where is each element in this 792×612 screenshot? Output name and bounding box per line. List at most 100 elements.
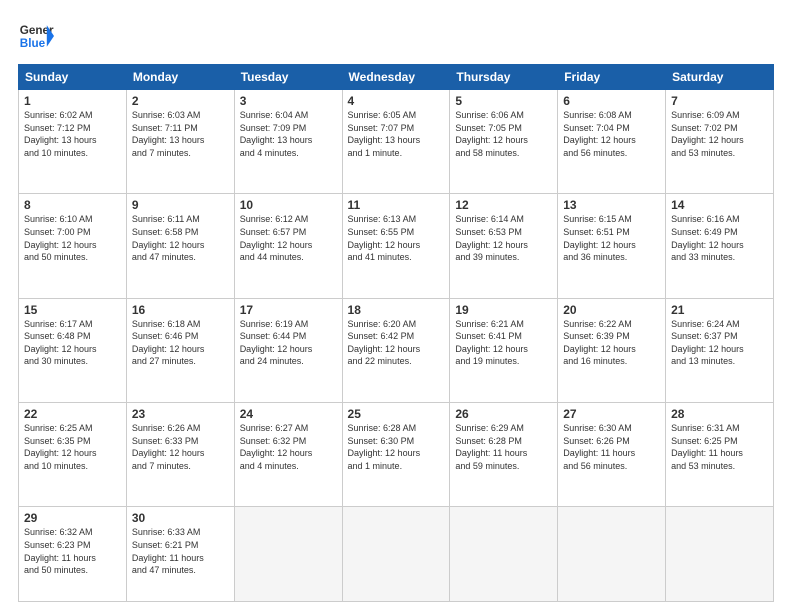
week-row-1: 1Sunrise: 6:02 AMSunset: 7:12 PMDaylight… <box>19 90 774 194</box>
calendar-cell <box>234 507 342 602</box>
day-info: Sunrise: 6:18 AMSunset: 6:46 PMDaylight:… <box>132 318 229 368</box>
day-number: 17 <box>240 303 337 317</box>
calendar-cell: 24Sunrise: 6:27 AMSunset: 6:32 PMDayligh… <box>234 402 342 506</box>
day-number: 2 <box>132 94 229 108</box>
calendar-cell: 10Sunrise: 6:12 AMSunset: 6:57 PMDayligh… <box>234 194 342 298</box>
day-info: Sunrise: 6:12 AMSunset: 6:57 PMDaylight:… <box>240 213 337 263</box>
calendar-cell: 7Sunrise: 6:09 AMSunset: 7:02 PMDaylight… <box>666 90 774 194</box>
week-row-2: 8Sunrise: 6:10 AMSunset: 7:00 PMDaylight… <box>19 194 774 298</box>
calendar-cell: 26Sunrise: 6:29 AMSunset: 6:28 PMDayligh… <box>450 402 558 506</box>
day-number: 24 <box>240 407 337 421</box>
day-info: Sunrise: 6:04 AMSunset: 7:09 PMDaylight:… <box>240 109 337 159</box>
calendar-table: SundayMondayTuesdayWednesdayThursdayFrid… <box>18 64 774 602</box>
day-header-wednesday: Wednesday <box>342 65 450 90</box>
day-info: Sunrise: 6:16 AMSunset: 6:49 PMDaylight:… <box>671 213 768 263</box>
day-number: 14 <box>671 198 768 212</box>
calendar-cell: 17Sunrise: 6:19 AMSunset: 6:44 PMDayligh… <box>234 298 342 402</box>
day-info: Sunrise: 6:21 AMSunset: 6:41 PMDaylight:… <box>455 318 552 368</box>
day-header-monday: Monday <box>126 65 234 90</box>
day-number: 13 <box>563 198 660 212</box>
day-info: Sunrise: 6:08 AMSunset: 7:04 PMDaylight:… <box>563 109 660 159</box>
calendar-cell <box>450 507 558 602</box>
day-info: Sunrise: 6:05 AMSunset: 7:07 PMDaylight:… <box>348 109 445 159</box>
day-info: Sunrise: 6:22 AMSunset: 6:39 PMDaylight:… <box>563 318 660 368</box>
day-number: 29 <box>24 511 121 525</box>
day-number: 6 <box>563 94 660 108</box>
calendar-cell: 30Sunrise: 6:33 AMSunset: 6:21 PMDayligh… <box>126 507 234 602</box>
week-row-5: 29Sunrise: 6:32 AMSunset: 6:23 PMDayligh… <box>19 507 774 602</box>
day-info: Sunrise: 6:20 AMSunset: 6:42 PMDaylight:… <box>348 318 445 368</box>
day-number: 10 <box>240 198 337 212</box>
day-header-thursday: Thursday <box>450 65 558 90</box>
calendar-cell: 12Sunrise: 6:14 AMSunset: 6:53 PMDayligh… <box>450 194 558 298</box>
day-info: Sunrise: 6:30 AMSunset: 6:26 PMDaylight:… <box>563 422 660 472</box>
day-number: 1 <box>24 94 121 108</box>
day-number: 19 <box>455 303 552 317</box>
calendar-cell: 23Sunrise: 6:26 AMSunset: 6:33 PMDayligh… <box>126 402 234 506</box>
day-info: Sunrise: 6:32 AMSunset: 6:23 PMDaylight:… <box>24 526 121 576</box>
calendar-cell: 4Sunrise: 6:05 AMSunset: 7:07 PMDaylight… <box>342 90 450 194</box>
calendar-cell: 11Sunrise: 6:13 AMSunset: 6:55 PMDayligh… <box>342 194 450 298</box>
week-row-3: 15Sunrise: 6:17 AMSunset: 6:48 PMDayligh… <box>19 298 774 402</box>
calendar-cell: 19Sunrise: 6:21 AMSunset: 6:41 PMDayligh… <box>450 298 558 402</box>
calendar-cell: 3Sunrise: 6:04 AMSunset: 7:09 PMDaylight… <box>234 90 342 194</box>
calendar-cell: 6Sunrise: 6:08 AMSunset: 7:04 PMDaylight… <box>558 90 666 194</box>
day-number: 16 <box>132 303 229 317</box>
calendar-cell <box>666 507 774 602</box>
calendar-cell: 16Sunrise: 6:18 AMSunset: 6:46 PMDayligh… <box>126 298 234 402</box>
calendar-cell: 2Sunrise: 6:03 AMSunset: 7:11 PMDaylight… <box>126 90 234 194</box>
calendar-cell: 20Sunrise: 6:22 AMSunset: 6:39 PMDayligh… <box>558 298 666 402</box>
day-number: 22 <box>24 407 121 421</box>
day-number: 4 <box>348 94 445 108</box>
day-info: Sunrise: 6:14 AMSunset: 6:53 PMDaylight:… <box>455 213 552 263</box>
header: General Blue <box>18 18 774 54</box>
day-info: Sunrise: 6:24 AMSunset: 6:37 PMDaylight:… <box>671 318 768 368</box>
day-number: 26 <box>455 407 552 421</box>
day-info: Sunrise: 6:17 AMSunset: 6:48 PMDaylight:… <box>24 318 121 368</box>
header-row: SundayMondayTuesdayWednesdayThursdayFrid… <box>19 65 774 90</box>
calendar-cell: 22Sunrise: 6:25 AMSunset: 6:35 PMDayligh… <box>19 402 127 506</box>
week-row-4: 22Sunrise: 6:25 AMSunset: 6:35 PMDayligh… <box>19 402 774 506</box>
day-header-sunday: Sunday <box>19 65 127 90</box>
calendar-cell: 18Sunrise: 6:20 AMSunset: 6:42 PMDayligh… <box>342 298 450 402</box>
day-info: Sunrise: 6:11 AMSunset: 6:58 PMDaylight:… <box>132 213 229 263</box>
calendar-cell: 21Sunrise: 6:24 AMSunset: 6:37 PMDayligh… <box>666 298 774 402</box>
day-info: Sunrise: 6:27 AMSunset: 6:32 PMDaylight:… <box>240 422 337 472</box>
day-info: Sunrise: 6:31 AMSunset: 6:25 PMDaylight:… <box>671 422 768 472</box>
day-number: 30 <box>132 511 229 525</box>
day-info: Sunrise: 6:03 AMSunset: 7:11 PMDaylight:… <box>132 109 229 159</box>
day-info: Sunrise: 6:02 AMSunset: 7:12 PMDaylight:… <box>24 109 121 159</box>
page: General Blue SundayMondayTuesdayWednesda… <box>0 0 792 612</box>
calendar-cell: 15Sunrise: 6:17 AMSunset: 6:48 PMDayligh… <box>19 298 127 402</box>
day-number: 7 <box>671 94 768 108</box>
svg-text:Blue: Blue <box>20 37 46 50</box>
calendar-cell: 25Sunrise: 6:28 AMSunset: 6:30 PMDayligh… <box>342 402 450 506</box>
day-info: Sunrise: 6:19 AMSunset: 6:44 PMDaylight:… <box>240 318 337 368</box>
day-number: 5 <box>455 94 552 108</box>
calendar-cell <box>558 507 666 602</box>
day-number: 11 <box>348 198 445 212</box>
calendar-cell: 5Sunrise: 6:06 AMSunset: 7:05 PMDaylight… <box>450 90 558 194</box>
day-number: 15 <box>24 303 121 317</box>
logo: General Blue <box>18 18 54 54</box>
day-header-tuesday: Tuesday <box>234 65 342 90</box>
day-number: 18 <box>348 303 445 317</box>
calendar-cell: 27Sunrise: 6:30 AMSunset: 6:26 PMDayligh… <box>558 402 666 506</box>
day-info: Sunrise: 6:13 AMSunset: 6:55 PMDaylight:… <box>348 213 445 263</box>
calendar-cell: 14Sunrise: 6:16 AMSunset: 6:49 PMDayligh… <box>666 194 774 298</box>
calendar-cell: 8Sunrise: 6:10 AMSunset: 7:00 PMDaylight… <box>19 194 127 298</box>
day-info: Sunrise: 6:29 AMSunset: 6:28 PMDaylight:… <box>455 422 552 472</box>
calendar-cell: 13Sunrise: 6:15 AMSunset: 6:51 PMDayligh… <box>558 194 666 298</box>
day-info: Sunrise: 6:25 AMSunset: 6:35 PMDaylight:… <box>24 422 121 472</box>
day-number: 27 <box>563 407 660 421</box>
day-number: 8 <box>24 198 121 212</box>
logo-icon: General Blue <box>18 18 54 54</box>
day-number: 21 <box>671 303 768 317</box>
day-header-saturday: Saturday <box>666 65 774 90</box>
day-info: Sunrise: 6:06 AMSunset: 7:05 PMDaylight:… <box>455 109 552 159</box>
day-info: Sunrise: 6:33 AMSunset: 6:21 PMDaylight:… <box>132 526 229 576</box>
day-header-friday: Friday <box>558 65 666 90</box>
calendar-cell: 28Sunrise: 6:31 AMSunset: 6:25 PMDayligh… <box>666 402 774 506</box>
day-info: Sunrise: 6:28 AMSunset: 6:30 PMDaylight:… <box>348 422 445 472</box>
day-info: Sunrise: 6:26 AMSunset: 6:33 PMDaylight:… <box>132 422 229 472</box>
